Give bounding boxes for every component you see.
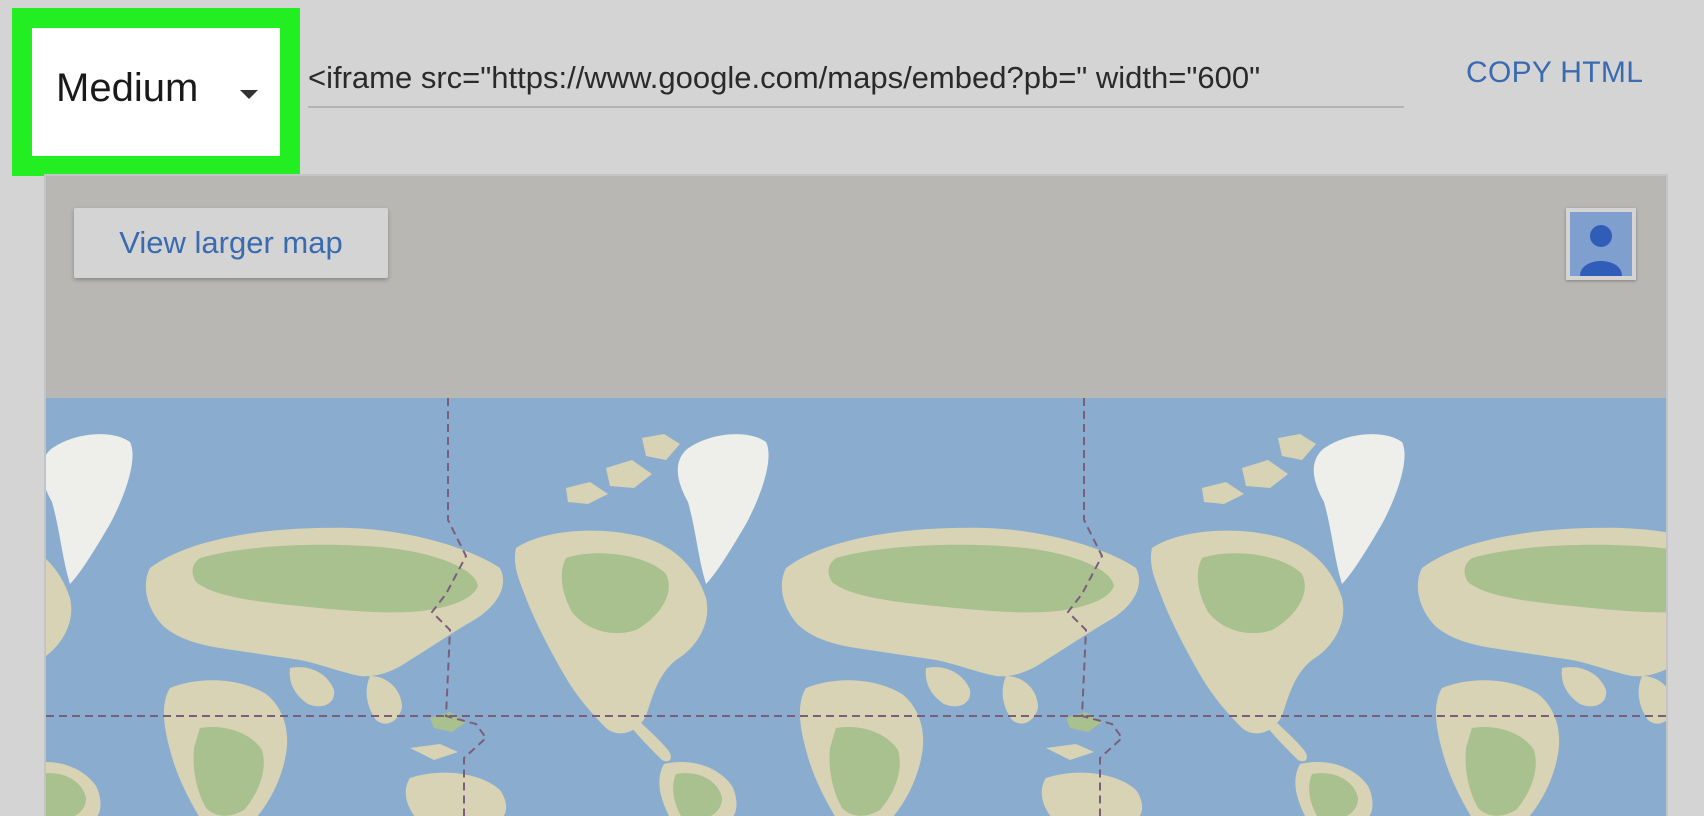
- view-larger-map-label: View larger map: [119, 225, 343, 260]
- map-size-dropdown[interactable]: Medium: [12, 8, 300, 176]
- chevron-down-icon: [240, 90, 258, 99]
- map-size-selected-value: Medium: [56, 66, 199, 110]
- person-icon: [1580, 225, 1622, 276]
- view-larger-map-button[interactable]: View larger map: [74, 208, 388, 278]
- copy-html-button[interactable]: COPY HTML: [1466, 56, 1643, 90]
- embed-code-field[interactable]: <iframe src="https://www.google.com/maps…: [308, 52, 1404, 108]
- embed-map-panel: Medium <iframe src="https://www.google.c…: [0, 0, 1704, 816]
- embed-code-text: <iframe src="https://www.google.com/maps…: [308, 60, 1261, 95]
- map-preview[interactable]: View larger map: [44, 174, 1668, 816]
- avatar: [1570, 212, 1632, 276]
- account-button[interactable]: [1566, 208, 1636, 280]
- world-map-graphic: [46, 398, 1666, 816]
- world-map[interactable]: [46, 398, 1666, 816]
